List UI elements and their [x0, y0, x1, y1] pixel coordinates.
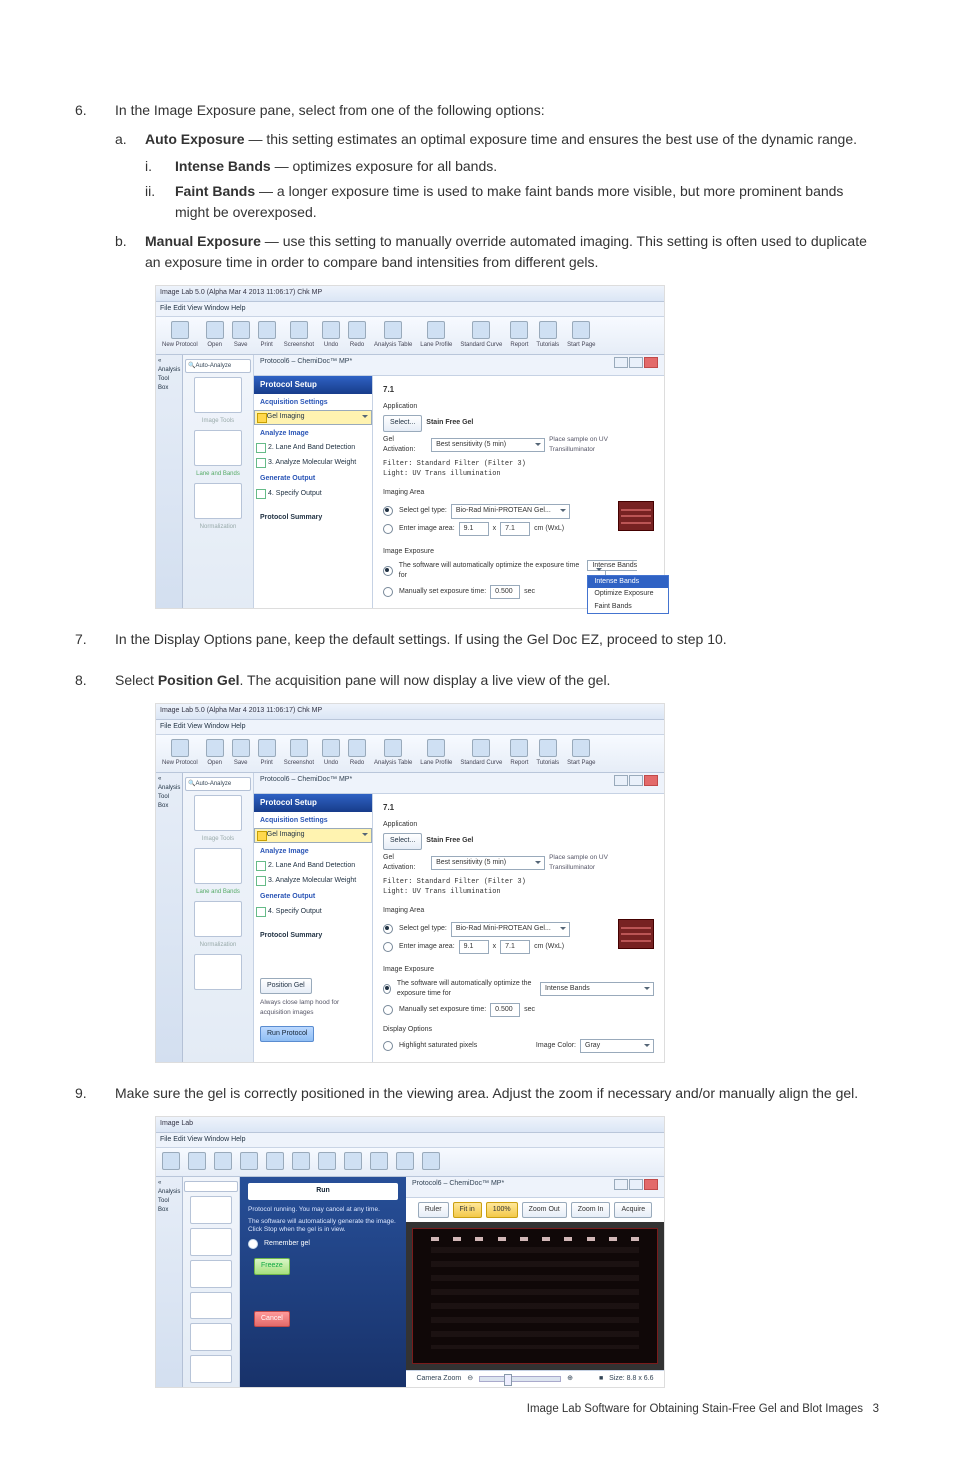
toolbar-new-protocol-button[interactable]: New Protocol [162, 739, 198, 768]
toolbar-undo-button[interactable]: Undo [322, 321, 340, 350]
document-tab-label[interactable]: Protocol6 – ChemiDoc™ MP* [260, 357, 352, 373]
gel-activation-select[interactable]: Best sensitivity (5 min) [431, 438, 545, 453]
gel-type-radio[interactable] [383, 506, 393, 516]
uv-note: Place sample on UV Transilluminator [549, 435, 654, 455]
step-6a-i: i.Intense Bands — optimizes exposure for… [145, 156, 879, 177]
ordered-steps: 6. In the Image Exposure pane, select fr… [75, 100, 879, 1388]
fit-in-button[interactable]: Fit in [453, 1202, 482, 1219]
zoom-in-button[interactable]: Zoom In [571, 1202, 611, 1219]
toolbar-open-button[interactable]: Open [206, 739, 224, 768]
highlight-pixels-checkbox[interactable] [383, 1041, 393, 1051]
step-8: 8. Select Position Gel. The acquisition … [75, 670, 879, 1063]
step-gel-imaging[interactable]: 1. Gel Imaging [254, 410, 372, 425]
step-7: 7. In the Display Options pane, keep the… [75, 629, 879, 650]
toolbar-redo-button[interactable]: Redo [348, 321, 366, 350]
gel-imaging-form: 7.1 Application Select...Stain Free Gel … [373, 376, 664, 609]
application-value: Stain Free Gel [426, 418, 473, 429]
zoom-out-button[interactable]: Zoom Out [522, 1202, 567, 1219]
toolbar: New Protocol Open Save Print Screenshot … [156, 317, 664, 355]
run-panel: Run Protocol running. You may cancel at … [240, 1177, 406, 1387]
freeze-button[interactable]: Freeze [254, 1258, 290, 1275]
toolbar-start-page-button[interactable]: Start Page [567, 321, 595, 350]
cancel-run-button[interactable]: Cancel [254, 1311, 290, 1328]
step-specify-output[interactable]: 4. Specify Output [254, 487, 372, 502]
toolbar-report-button[interactable]: Report [510, 321, 528, 350]
menubar[interactable]: File Edit View Window Help [156, 302, 664, 318]
run-protocol-button[interactable]: Run Protocol [260, 1026, 314, 1043]
gel-type-select[interactable]: Bio-Rad Mini-PROTEAN Gel... [451, 504, 570, 519]
step-6b: b. Manual Exposure — use this setting to… [115, 231, 879, 273]
position-gel-button[interactable]: Position Gel [260, 978, 312, 995]
document-page: 6. In the Image Exposure pane, select fr… [0, 0, 954, 1458]
document-tab: Protocol6 – ChemiDoc™ MP* [254, 355, 664, 376]
step-mol-weight[interactable]: 3. Analyze Molecular Weight [254, 456, 372, 471]
screenshot-live-gel-view: Image Lab File Edit View Window Help « A… [155, 1116, 665, 1388]
footer-title: Image Lab Software for Obtaining Stain-F… [527, 1403, 863, 1415]
live-gel-display[interactable] [412, 1228, 658, 1364]
ruler-button[interactable]: Ruler [418, 1202, 449, 1219]
step-6a-ii: ii.Faint Bands — a longer exposure time … [145, 181, 879, 223]
toolbar-screenshot-button[interactable]: Screenshot [284, 321, 314, 350]
page-number: 3 [873, 1403, 879, 1415]
manual-exposure-radio[interactable] [383, 587, 393, 597]
lane-bands-tile[interactable] [194, 430, 242, 466]
exposure-dropdown-list[interactable]: Intense Bands Optimize Exposure Faint Ba… [587, 575, 669, 615]
window-titlebar: Image Lab 5.0 (Alpha Mar 4 2013 11:06:17… [156, 286, 664, 302]
step-6a: a. Auto Exposure — this setting estimate… [115, 129, 879, 223]
image-color-select[interactable]: Gray [580, 1039, 654, 1054]
acquire-button[interactable]: Acquire [614, 1202, 652, 1219]
protocol-summary-label[interactable]: Protocol Summary [254, 509, 372, 528]
analysis-toolbox-strip[interactable]: « Analysis Tool Box [156, 355, 183, 608]
form-heading: 7.1 [383, 384, 654, 396]
zoom-100-button[interactable]: 100% [486, 1202, 518, 1219]
image-tools-tile[interactable] [194, 377, 242, 413]
zoom-slider[interactable] [479, 1376, 561, 1382]
toolbar-standard-curve-button[interactable]: Standard Curve [460, 321, 502, 350]
viewer-toolbar: Ruler Fit in 100% Zoom Out Zoom In Acqui… [406, 1198, 664, 1223]
width-input[interactable]: 9.1 [459, 522, 489, 537]
protocol-panel: Protocol Setup Acquisition Settings 1. G… [254, 376, 373, 609]
page-footer: Image Lab Software for Obtaining Stain-F… [527, 1401, 879, 1418]
filter-info: Filter: Standard Filter (Filter 3) [383, 459, 654, 470]
toolbar-open-button[interactable]: Open [206, 321, 224, 350]
auto-exposure-radio[interactable] [383, 566, 393, 576]
bold-label: Manual Exposure [145, 233, 261, 249]
toolbar-analysis-table-button[interactable]: Analysis Table [374, 321, 412, 350]
toolbar-save-button[interactable]: Save [232, 321, 250, 350]
image-area-radio[interactable] [383, 524, 393, 534]
step-text: In the Image Exposure pane, select from … [115, 102, 545, 118]
toolbar-tutorials-button[interactable]: Tutorials [536, 321, 559, 350]
protocol-setup-header: Protocol Setup [254, 376, 372, 394]
step-9: 9. Make sure the gel is correctly positi… [75, 1083, 879, 1388]
toolbar-new-protocol-button[interactable]: New Protocol [162, 321, 198, 350]
toolbar-lane-profile-button[interactable]: Lane Profile [420, 321, 452, 350]
screenshot-protocol-setup-dropdown: Image Lab 5.0 (Alpha Mar 4 2013 11:06:17… [155, 285, 665, 609]
step-number: 6. [75, 100, 87, 121]
light-info: Light: UV Trans illumination [383, 469, 654, 480]
toolbar-save-button[interactable]: Save [232, 739, 250, 768]
application-select-button[interactable]: Select... [383, 415, 422, 432]
normalization-tile[interactable] [194, 483, 242, 519]
screenshot-protocol-position-gel: Image Lab 5.0 (Alpha Mar 4 2013 11:06:17… [155, 703, 665, 1063]
auto-analyze-button[interactable]: 🔍 Auto-Analyze [185, 359, 251, 373]
step-lane-band[interactable]: 2. Lane And Band Detection [254, 441, 372, 456]
toolbar-print-button[interactable]: Print [258, 321, 276, 350]
side-tools: 🔍 Auto-Analyze Image Tools Lane and Band… [183, 355, 254, 608]
step-6: 6. In the Image Exposure pane, select fr… [75, 100, 879, 609]
viewer-status-bar: Camera Zoom ⊖ ⊕ ■Size: 8.8 x 6.6 [406, 1370, 664, 1388]
height-input[interactable]: 7.1 [500, 522, 530, 537]
window-controls[interactable] [613, 357, 658, 373]
run-header: Run [248, 1183, 398, 1200]
gel-preview-thumb [618, 501, 654, 531]
exposure-time-input[interactable]: 0.500 [490, 585, 520, 600]
bold-label: Auto Exposure [145, 131, 245, 147]
